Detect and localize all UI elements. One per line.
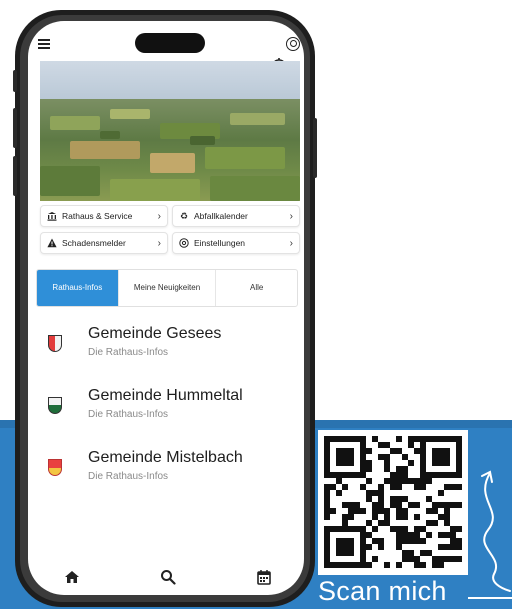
list-item-subtitle: Die Rathaus-Infos [88,409,169,420]
scan-label: Scan mich [318,576,447,606]
list-item-subtitle: Die Rathaus-Infos [88,347,169,358]
list-item-title: Gemeinde Mistelbach [88,449,243,466]
quick-link-schadensmelder[interactable]: Schadensmelder › [40,232,168,254]
chevron-right-icon: › [289,237,293,249]
quick-link-label: Schadensmelder [62,238,126,248]
bottom-navigation [28,569,304,595]
calendar-icon[interactable] [256,569,272,585]
settings-icon [179,238,189,248]
qr-code[interactable] [318,430,468,575]
menu-icon[interactable] [38,39,50,49]
phone-volume-down [13,156,17,196]
tab-alle[interactable]: Alle [216,270,297,306]
chevron-right-icon: › [289,210,293,222]
list-item-title: Gemeinde Gesees [88,325,222,342]
list-item-title: Gemeinde Hummeltal [88,387,243,404]
quick-link-abfallkalender[interactable]: ♻ Abfallkalender › [172,205,300,227]
list-item[interactable]: Gemeinde Hummeltal Die Rathaus-Infos [36,383,298,445]
promo-stage: Scan mich Rathaus & Service › ♻ Abfallka… [0,0,512,609]
list-item[interactable]: Gemeinde Mistelbach Die Rathaus-Infos [36,445,298,507]
municipality-list: Gemeinde Gesees Die Rathaus-Infos Gemein… [36,321,298,507]
quick-link-label: Abfallkalender [194,211,248,221]
quick-link-label: Rathaus & Service [62,211,133,221]
profile-icon[interactable] [286,37,300,51]
phone-power-button [313,118,317,178]
search-icon[interactable] [160,569,176,585]
phone-side-button [13,70,17,92]
qr-code-pattern [324,436,462,568]
phone-screen: Rathaus & Service › ♻ Abfallkalender › S… [28,21,304,595]
chevron-right-icon: › [157,237,161,249]
quick-link-label: Einstellungen [194,238,246,248]
warning-icon [47,238,57,248]
mistelbach-crest-icon [48,459,62,476]
tab-meine-neuigkeiten[interactable]: Meine Neuigkeiten [119,270,217,306]
recycle-icon: ♻ [179,210,189,221]
list-item-subtitle: Die Rathaus-Infos [88,471,169,482]
hero-image [40,61,300,201]
hummeltal-crest-icon [48,397,62,414]
scan-underline [468,597,512,599]
chevron-right-icon: › [157,210,161,222]
gesees-crest-icon [48,335,62,352]
phone-volume-up [13,108,17,148]
quick-link-einstellungen[interactable]: Einstellungen › [172,232,300,254]
tab-bar: Rathaus-Infos Meine Neuigkeiten Alle [36,269,298,307]
curly-arrow-icon [481,470,511,592]
quick-link-rathaus[interactable]: Rathaus & Service › [40,205,168,227]
app-header [28,21,304,63]
tab-rathaus-infos[interactable]: Rathaus-Infos [37,270,119,306]
list-item[interactable]: Gemeinde Gesees Die Rathaus-Infos [36,321,298,383]
qr-module [456,562,462,568]
home-icon[interactable] [64,569,80,585]
building-icon [47,211,57,221]
quick-links: Rathaus & Service › ♻ Abfallkalender › S… [40,205,300,259]
